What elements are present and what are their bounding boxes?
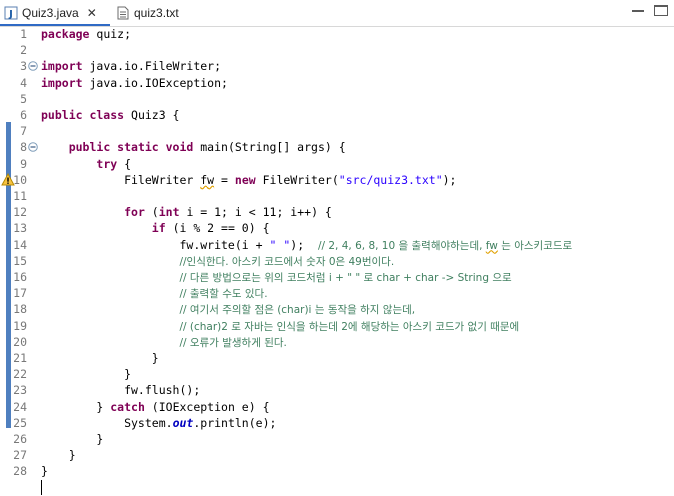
code-line[interactable]: 22 } xyxy=(0,366,674,382)
code-line[interactable]: 8 public static void main(String[] args)… xyxy=(0,139,674,155)
code-line[interactable]: 2 xyxy=(0,42,674,58)
line-number: 13 xyxy=(13,221,27,236)
line-number: 26 xyxy=(13,432,27,446)
editor-tab-bar: J Quiz3.java ✕ quiz3.txt xyxy=(0,0,674,27)
line-number: 22 xyxy=(13,367,27,382)
line-number: 1 xyxy=(20,27,27,41)
line-number: 15 xyxy=(13,253,27,268)
code-line[interactable]: 1 package quiz; xyxy=(0,26,674,42)
line-number: 28 xyxy=(13,464,27,479)
close-icon[interactable]: ✕ xyxy=(87,6,97,20)
code-line[interactable]: 21 } xyxy=(0,350,674,366)
code-text: package quiz; xyxy=(41,27,132,41)
code-line[interactable] xyxy=(0,479,674,496)
code-line[interactable]: 27 } xyxy=(0,447,674,463)
code-line[interactable]: 6 public class Quiz3 { xyxy=(0,107,674,123)
line-number: 16 xyxy=(13,270,27,284)
code-line[interactable]: 23 fw.flush(); xyxy=(0,382,674,398)
code-line[interactable]: 5 xyxy=(0,91,674,107)
code-text: } catch (IOException e) { xyxy=(41,399,270,414)
code-text: } xyxy=(41,432,104,446)
tab-quiz3-txt[interactable]: quiz3.txt xyxy=(112,2,202,24)
code-text: FileWriter fw = new FileWriter("src/quiz… xyxy=(41,172,457,187)
code-line[interactable]: 11 xyxy=(0,188,674,204)
code-line[interactable]: 26 } xyxy=(0,431,674,447)
code-line[interactable]: 15 //인식한다. 아스키 코드에서 숫자 0은 49번이다. xyxy=(0,253,674,269)
line-number: 6 xyxy=(20,108,27,122)
java-file-icon: J xyxy=(4,6,18,20)
line-number: 3 xyxy=(20,59,27,74)
code-text: for (int i = 1; i < 11; i++) { xyxy=(124,205,332,220)
line-number: 12 xyxy=(13,205,27,220)
code-line[interactable]: 12 for (int i = 1; i < 11; i++) { xyxy=(0,204,674,220)
code-text: // 다른 방법으로는 위의 코드처럼 i + " " 로 char + cha… xyxy=(179,272,512,284)
code-text: fw.write(i + " "); // 2, 4, 6, 8, 10 을 출… xyxy=(41,237,573,252)
line-number: 20 xyxy=(13,334,27,349)
code-line[interactable]: 9 try { xyxy=(0,156,674,172)
code-text: public class Quiz3 { xyxy=(41,108,180,122)
line-number: 11 xyxy=(13,189,27,203)
line-number: 25 xyxy=(13,415,27,430)
code-text: try { xyxy=(96,156,132,171)
warning-icon[interactable] xyxy=(1,172,15,187)
line-number: 27 xyxy=(13,448,27,463)
line-number: 17 xyxy=(13,286,27,301)
code-line[interactable]: 10 FileWriter fw = new FileWriter("src/q… xyxy=(0,172,674,188)
code-text: //인식한다. 아스키 코드에서 숫자 0은 49번이다. xyxy=(179,255,395,268)
line-number: 18 xyxy=(13,302,27,317)
tab-label: Quiz3.java xyxy=(22,6,79,20)
maximize-icon[interactable] xyxy=(654,5,668,16)
minimize-icon[interactable] xyxy=(632,10,644,12)
code-text: // 오류가 발생하게 된다. xyxy=(179,336,287,349)
line-number: 4 xyxy=(20,75,27,90)
code-line[interactable]: 4 import java.io.IOException; xyxy=(0,75,674,91)
code-line[interactable]: 17 // 출력할 수도 있다. xyxy=(0,285,674,301)
code-line[interactable]: 18 // 여기서 주의할 점은 (char)i 는 동작을 하지 않는데, xyxy=(0,301,674,317)
collapse-icon[interactable] xyxy=(28,61,38,72)
code-text: } xyxy=(41,351,159,365)
code-line[interactable]: 19 // (char)2 로 자바는 인식을 하는데 2에 해당하는 아스키 … xyxy=(0,318,674,334)
code-text: // (char)2 로 자바는 인식을 하는데 2에 해당하는 아스키 코드가… xyxy=(179,320,520,333)
code-text: System.out.println(e); xyxy=(41,415,277,430)
line-number: 5 xyxy=(20,91,27,106)
line-number: 14 xyxy=(13,237,27,252)
code-line[interactable]: 3 import java.io.FileWriter; xyxy=(0,58,674,74)
code-text: fw.flush(); xyxy=(41,383,201,398)
code-line[interactable]: 13 if (i % 2 == 0) { xyxy=(0,220,674,236)
code-line[interactable]: 24 } catch (IOException e) { xyxy=(0,399,674,415)
code-text: import java.io.FileWriter; xyxy=(41,59,222,74)
code-line[interactable]: 20 // 오류가 발생하게 된다. xyxy=(0,334,674,350)
code-line[interactable]: 7 xyxy=(0,123,674,139)
line-number: 23 xyxy=(13,383,27,398)
line-number: 24 xyxy=(13,399,27,414)
code-line[interactable]: 14 fw.write(i + " "); // 2, 4, 6, 8, 10 … xyxy=(0,237,674,253)
code-text: // 출력할 수도 있다. xyxy=(179,288,268,301)
line-number: 2 xyxy=(20,43,27,58)
text-file-icon xyxy=(117,6,129,20)
line-number: 7 xyxy=(20,124,27,139)
code-text: if (i % 2 == 0) { xyxy=(151,221,270,236)
code-text: } xyxy=(41,464,48,479)
code-text: // 여기서 주의할 점은 (char)i 는 동작을 하지 않는데, xyxy=(179,304,416,317)
collapse-icon[interactable] xyxy=(28,142,38,153)
line-number: 8 xyxy=(20,140,27,155)
code-line[interactable]: 28} xyxy=(0,463,674,479)
text-cursor xyxy=(41,479,42,495)
svg-text:J: J xyxy=(8,9,13,20)
line-number: 9 xyxy=(20,156,27,171)
line-number: 21 xyxy=(13,351,27,365)
code-text: public static void main(String[] args) { xyxy=(68,140,346,155)
code-text: import java.io.IOException; xyxy=(41,75,228,90)
tab-quiz3-java[interactable]: J Quiz3.java ✕ xyxy=(0,2,110,26)
code-line[interactable]: 16 // 다른 방법으로는 위의 코드처럼 i + " " 로 char + … xyxy=(0,269,674,285)
line-number: 19 xyxy=(13,318,27,333)
tab-label: quiz3.txt xyxy=(134,6,179,20)
code-text: } xyxy=(41,448,76,463)
code-line[interactable]: 25 System.out.println(e); xyxy=(0,415,674,431)
code-text: } xyxy=(41,367,132,382)
code-editor[interactable]: 1 package quiz; 2 3 import java.io.FileWrite… xyxy=(0,26,674,495)
